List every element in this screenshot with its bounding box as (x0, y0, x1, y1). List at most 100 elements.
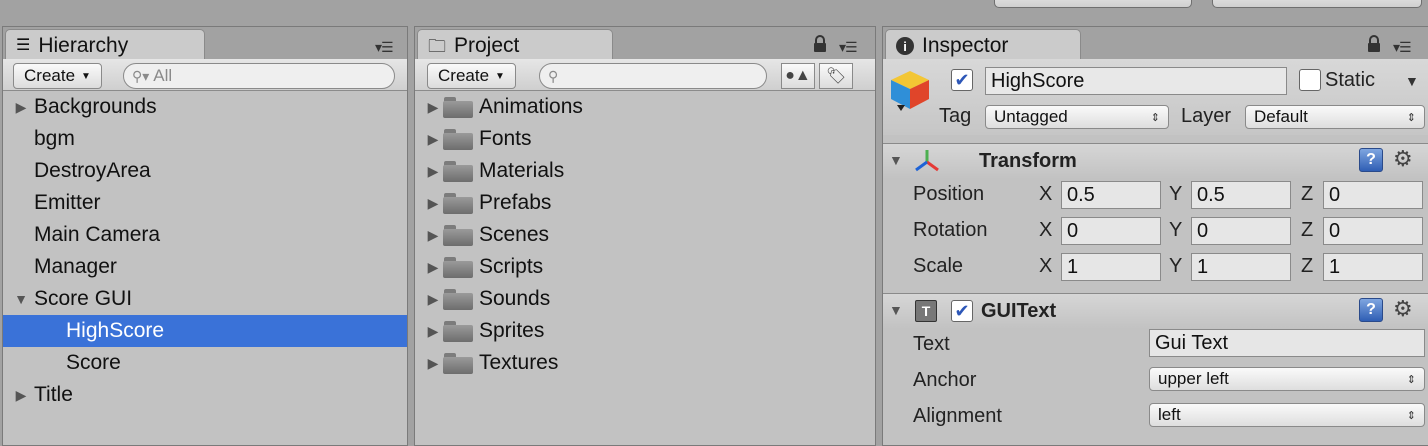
project-folder-item[interactable]: ▶ Scenes (415, 219, 875, 251)
hierarchy-item[interactable]: Emitter (3, 187, 407, 219)
project-folder-item[interactable]: ▶ Prefabs (415, 187, 875, 219)
object-name-input[interactable]: HighScore (985, 67, 1287, 95)
project-folder-item[interactable]: ▶ Fonts (415, 123, 875, 155)
filter-by-label-button[interactable]: 🏷 (819, 63, 853, 89)
hierarchy-item[interactable]: ▶ Title (3, 379, 407, 411)
tag-dropdown[interactable]: Untagged ⇕ (985, 105, 1169, 129)
folder-label: Sounds (479, 287, 551, 310)
static-dropdown-icon[interactable]: ▼ (1405, 73, 1419, 89)
foldout-collapsed-icon[interactable]: ▶ (11, 387, 31, 404)
axis-x-label: X (1039, 183, 1053, 205)
project-folder-item[interactable]: ▶ Animations (415, 91, 875, 123)
folder-label: Materials (479, 159, 565, 182)
panel-menu-icon[interactable]: ▾☰ (375, 39, 394, 56)
guitext-alignment-dropdown[interactable]: left ⇕ (1149, 403, 1425, 427)
help-book-icon[interactable]: ? (1359, 148, 1383, 172)
tab-project-label: Project (454, 34, 520, 57)
transform-value: 0.5 (1067, 183, 1095, 206)
transform-value: 1 (1197, 255, 1209, 278)
project-folder-item[interactable]: ▶ Sprites (415, 315, 875, 347)
gear-icon[interactable]: ⚙ (1393, 296, 1413, 322)
hierarchy-item[interactable]: bgm (3, 123, 407, 155)
hierarchy-item[interactable]: Manager (3, 251, 407, 283)
hierarchy-create-button[interactable]: Create ▼ (13, 63, 102, 89)
foldout-collapsed-icon[interactable]: ▶ (423, 291, 443, 308)
transform-scale-z-input[interactable]: 1 (1323, 253, 1423, 281)
folder-icon (443, 159, 475, 183)
folder-label: Scenes (479, 223, 550, 246)
hierarchy-item[interactable]: DestroyArea (3, 155, 407, 187)
foldout-collapsed-icon[interactable]: ▶ (423, 323, 443, 340)
hierarchy-search-input[interactable]: ⚲▾ All (123, 63, 395, 89)
tag-label: Tag (939, 105, 972, 127)
filter-by-type-button[interactable]: ●▲ (781, 63, 815, 89)
help-book-icon[interactable]: ? (1359, 298, 1383, 322)
hierarchy-item-label: DestroyArea (34, 159, 151, 182)
transform-scale-y-input[interactable]: 1 (1191, 253, 1291, 281)
hierarchy-item-label: bgm (34, 127, 75, 150)
guitext-text-label: Text (913, 333, 950, 355)
layer-dropdown[interactable]: Default ⇕ (1245, 105, 1425, 129)
axis-x-label: X (1039, 219, 1053, 241)
folder-icon: 🗀 (428, 36, 446, 56)
foldout-collapsed-icon[interactable]: ▶ (423, 131, 443, 148)
lock-icon[interactable] (1367, 35, 1381, 53)
guitext-enabled-checkbox[interactable]: ✔ (951, 300, 973, 322)
hierarchy-item[interactable]: Score (3, 347, 407, 379)
transform-rotation-z-input[interactable]: 0 (1323, 217, 1423, 245)
foldout-collapsed-icon[interactable]: ▶ (423, 259, 443, 276)
project-folder-item[interactable]: ▶ Sounds (415, 283, 875, 315)
tab-inspector[interactable]: i Inspector (885, 29, 1081, 61)
foldout-collapsed-icon[interactable]: ▶ (423, 195, 443, 212)
transform-scale-x-input[interactable]: 1 (1061, 253, 1161, 281)
transform-header[interactable]: ▼ Transform ? ⚙ (883, 143, 1428, 179)
axis-y-label: Y (1169, 219, 1183, 241)
foldout-collapsed-icon[interactable]: ▶ (423, 355, 443, 372)
project-folder-item[interactable]: ▶ Materials (415, 155, 875, 187)
hierarchy-item-label: Score (66, 351, 121, 374)
inspector-object-header: ✔ HighScore ✔ Static ▼ Tag Untagged ⇕ La… (883, 59, 1428, 135)
transform-rotation-x-input[interactable]: 0 (1061, 217, 1161, 245)
project-tabbar: 🗀 Project ▾☰ (415, 27, 875, 61)
hierarchy-item[interactable]: HighScore (3, 315, 407, 347)
axis-z-label: Z (1301, 255, 1314, 277)
transform-position-z-input[interactable]: 0 (1323, 181, 1423, 209)
foldout-expanded-icon[interactable]: ▼ (11, 291, 31, 307)
hierarchy-item[interactable]: ▼ Score GUI (3, 283, 407, 315)
static-label: Static (1325, 69, 1376, 91)
hierarchy-item[interactable]: Main Camera (3, 219, 407, 251)
panel-menu-icon[interactable]: ▾☰ (1393, 39, 1412, 56)
updown-icon: ⇕ (1406, 111, 1416, 124)
guitext-text-input[interactable]: Gui Text (1149, 329, 1425, 357)
lock-icon[interactable] (813, 35, 827, 53)
inspector-tabbar: i Inspector ▾☰ (883, 27, 1428, 61)
foldout-expanded-icon[interactable]: ▼ (889, 302, 903, 318)
project-folder-item[interactable]: ▶ Scripts (415, 251, 875, 283)
foldout-collapsed-icon[interactable]: ▶ (11, 99, 31, 116)
guitext-anchor-dropdown[interactable]: upper left ⇕ (1149, 367, 1425, 391)
folder-icon (443, 223, 475, 247)
tab-hierarchy[interactable]: ☰ Hierarchy (5, 29, 205, 61)
tab-project[interactable]: 🗀 Project (417, 29, 613, 61)
hierarchy-item-label: Backgrounds (34, 95, 157, 118)
panel-menu-icon[interactable]: ▾☰ (839, 39, 858, 56)
top-toolbar-button-1[interactable] (994, 0, 1192, 8)
transform-position-x-input[interactable]: 0.5 (1061, 181, 1161, 209)
guitext-header[interactable]: ▼ T ✔ GUIText ? ⚙ (883, 293, 1428, 329)
foldout-collapsed-icon[interactable]: ▶ (423, 99, 443, 116)
project-folder-item[interactable]: ▶ Textures (415, 347, 875, 379)
project-create-button[interactable]: Create ▼ (427, 63, 516, 89)
foldout-collapsed-icon[interactable]: ▶ (423, 227, 443, 244)
axis-z-label: Z (1301, 219, 1314, 241)
foldout-collapsed-icon[interactable]: ▶ (423, 163, 443, 180)
active-checkbox[interactable]: ✔ (951, 69, 973, 91)
transform-position-y-input[interactable]: 0.5 (1191, 181, 1291, 209)
static-checkbox[interactable]: ✔ (1299, 69, 1321, 91)
transform-rotation-y-input[interactable]: 0 (1191, 217, 1291, 245)
project-folder-list: ▶ Animations ▶ Fonts ▶ Materials ▶ Prefabs ▶ Scen… (415, 91, 875, 379)
project-search-input[interactable]: ⚲ (539, 63, 767, 89)
gear-icon[interactable]: ⚙ (1393, 146, 1413, 172)
hierarchy-item[interactable]: ▶ Backgrounds (3, 91, 407, 123)
foldout-expanded-icon[interactable]: ▼ (889, 152, 903, 168)
top-toolbar-button-2[interactable] (1212, 0, 1422, 8)
